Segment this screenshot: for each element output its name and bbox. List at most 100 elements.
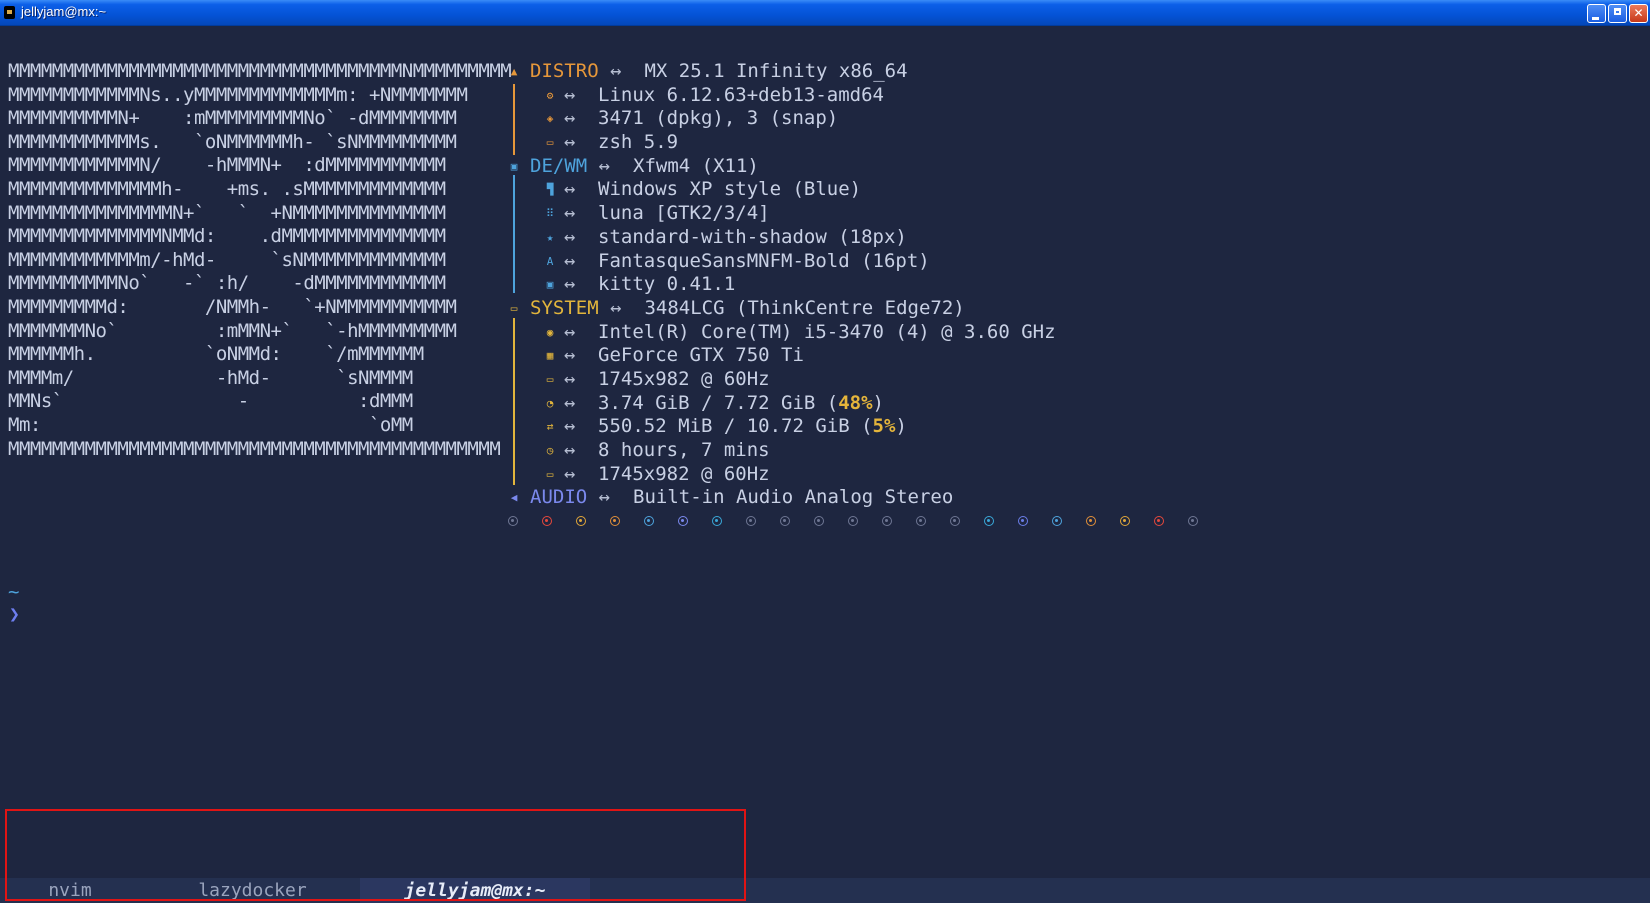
system-value: 3484LCG (ThinkCentre Edge72): [644, 296, 965, 319]
title-bar[interactable]: jellyjam@mx:~ ✕: [0, 0, 1650, 26]
palette-dot: [1154, 516, 1164, 526]
arrow: ↔: [564, 344, 576, 367]
dewm-row: ▣ DE/WM ↔ Xfwm4 (X11): [505, 155, 759, 179]
memory-row: ◔ ↔ 3.74 GiB / 7.72 GiB (48%): [505, 392, 884, 416]
audio-value: Built-in Audio Analog Stereo: [633, 486, 954, 509]
palette-dot: [644, 516, 654, 526]
linux-penguin-icon: ▲: [510, 65, 518, 78]
distro-label: DISTRO: [530, 60, 599, 82]
arrow: ↔: [564, 202, 576, 225]
cursor-row: ★ ↔ standard-with-shadow (18px): [505, 226, 907, 250]
window-icon: ▣: [510, 159, 518, 173]
display-row: ▭ ↔ 1745x982 @ 60Hz: [505, 368, 770, 392]
arrow: ↔: [610, 296, 622, 319]
maximize-button[interactable]: [1608, 4, 1627, 23]
display2-row: ▭ ↔ 1745x982 @ 60Hz: [505, 463, 770, 487]
theme-value: Windows XP style (Blue): [598, 178, 862, 201]
palette-dot: [848, 516, 858, 526]
monitor-icon: ▭: [546, 372, 554, 386]
palette-dot: [882, 516, 892, 526]
terminal-app-icon: ▣: [546, 278, 554, 292]
system-row: ▭ SYSTEM ↔ 3484LCG (ThinkCentre Edge72): [505, 297, 965, 321]
arrow: ↔: [564, 178, 576, 201]
arrow: ↔: [564, 439, 576, 461]
font-value: FantasqueSansMNFM-Bold (16pt): [598, 249, 930, 272]
highlight-box: [5, 809, 746, 901]
font-row: A ↔ FantasqueSansMNFM-Bold (16pt): [505, 250, 930, 274]
paren: ): [872, 391, 884, 414]
clock-icon: ◷: [546, 444, 554, 457]
palette-dot: [1188, 516, 1198, 526]
display2-value: 1745x982 @ 60Hz: [598, 462, 770, 485]
ascii-logo: MMMMMMMMMMMMMMMMMMMMMMMMMMMMMMMMMMMMNMMM…: [8, 60, 512, 460]
minimize-button[interactable]: [1587, 4, 1606, 23]
palette-dot: [508, 516, 518, 526]
arrow: ↔: [598, 486, 611, 509]
prompt-caret[interactable]: ❯: [9, 604, 20, 625]
star-cursor-icon: ★: [546, 230, 554, 244]
cpu-row: ◉ ↔ Intel(R) Core(TM) i5-3470 (4) @ 3.60 G…: [505, 321, 1056, 345]
gpu-value: GeForce GTX 750 Ti: [598, 344, 804, 367]
dewm-value: Xfwm4 (X11): [633, 154, 759, 177]
monitor-icon: ▭: [546, 467, 554, 481]
kernel-value: Linux 6.12.63+deb13-amd64: [598, 83, 884, 106]
cpu-icon: ◉: [546, 325, 554, 339]
palette-dot: [916, 516, 926, 526]
arrow: ↔: [564, 320, 576, 343]
palette-dot: [1086, 516, 1096, 526]
dewm-label: DE/WM: [530, 154, 588, 177]
arrow: ↔: [564, 131, 576, 154]
shell-row: ▭ ↔ zsh 5.9: [505, 131, 678, 155]
speaker-icon: ◀: [510, 491, 518, 505]
palette-dot: [610, 516, 620, 526]
distro-value: MX 25.1 Infinity x86_64: [644, 60, 908, 82]
distro-row: ▲ DISTRO ↔ MX 25.1 Infinity x86_64: [505, 60, 908, 84]
cursor-value: standard-with-shadow (18px): [598, 225, 907, 248]
packages-value: 3471 (dpkg), 3 (snap): [598, 107, 839, 130]
palette-dot: [984, 516, 994, 526]
palette-dot: [1018, 516, 1028, 526]
close-button[interactable]: ✕: [1629, 4, 1648, 23]
packages-row: ◈ ↔ 3471 (dpkg), 3 (snap): [505, 107, 839, 131]
arrow: ↔: [564, 462, 576, 485]
arrow: ↔: [564, 415, 576, 438]
cpu-value: Intel(R) Core(TM) i5-3470 (4) @ 3.60 GHz: [598, 320, 1056, 343]
audio-row: ◀ AUDIO ↔ Built-in Audio Analog Stereo: [505, 486, 954, 510]
window-title: jellyjam@mx:~: [21, 4, 107, 19]
uptime-value: 8 hours, 7 mins: [598, 439, 770, 461]
swap-value: 550.52 MiB / 10.72 GiB (5%): [598, 415, 907, 439]
swap-icon: ⇄: [546, 420, 554, 434]
arrow: ↔: [564, 273, 576, 296]
arrow: ↔: [564, 249, 576, 272]
arrow: ↔: [564, 83, 576, 106]
terminal-app-icon: [4, 6, 15, 19]
terminal-value: kitty 0.41.1: [598, 273, 736, 296]
terminal-row: ▣ ↔ kitty 0.41.1: [505, 273, 736, 297]
arrow: ↔: [598, 154, 611, 177]
memory-text: 3.74 GiB / 7.72 GiB (: [598, 391, 839, 414]
terminal-shell-icon: ▭: [546, 136, 554, 150]
palette-dot: [746, 516, 756, 526]
icons-row: ⠿ ↔ luna [GTK2/3/4]: [505, 202, 770, 226]
gpu-icon: ▦: [546, 349, 554, 363]
uptime-row: ◷ ↔ 8 hours, 7 mins: [505, 439, 770, 463]
prompt-directory: ~: [8, 581, 20, 603]
palette-dot: [814, 516, 824, 526]
palette-dot: [1052, 516, 1062, 526]
arrow: ↔: [610, 60, 622, 82]
paren: ): [895, 415, 907, 438]
palette-dot: [542, 516, 552, 526]
arrow: ↔: [564, 107, 576, 130]
swap-percent: 5%: [872, 415, 896, 438]
arrow: ↔: [564, 225, 576, 248]
arrow: ↔: [564, 391, 576, 414]
palette-dot: [712, 516, 722, 526]
memory-value: 3.74 GiB / 7.72 GiB (48%): [598, 392, 884, 416]
memory-gauge-icon: ◔: [546, 396, 554, 410]
gpu-row: ▦ ↔ GeForce GTX 750 Ti: [505, 344, 804, 368]
package-icon: ◈: [546, 112, 554, 126]
palette-dot: [576, 516, 586, 526]
computer-icon: ▭: [510, 301, 518, 315]
icon-grid-icon: ⠿: [545, 207, 555, 221]
palette-dot: [678, 516, 688, 526]
